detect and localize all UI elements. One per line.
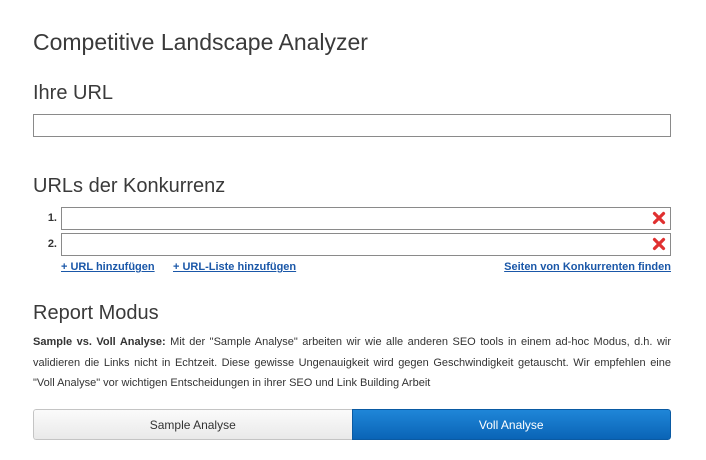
remove-competitor-2-icon[interactable]	[652, 237, 666, 251]
find-competitor-pages-link[interactable]: Seiten von Konkurrenten finden	[504, 261, 671, 273]
add-url-list-link[interactable]: + URL-Liste hinzufügen	[173, 261, 296, 273]
full-analysis-button[interactable]: Voll Analyse	[351, 409, 671, 440]
sample-analysis-button[interactable]: Sample Analyse	[33, 409, 352, 440]
report-desc-bold: Sample vs. Voll Analyse:	[33, 336, 166, 348]
report-mode-description: Sample vs. Voll Analyse: Mit der "Sample…	[33, 332, 671, 394]
analyzer-page: Competitive Landscape Analyzer Ihre URL …	[0, 0, 706, 460]
competitor-row-number: 1.	[47, 212, 57, 224]
competitor-url-input-1[interactable]	[61, 207, 671, 230]
remove-competitor-1-icon[interactable]	[652, 211, 666, 225]
your-url-input[interactable]	[33, 114, 671, 137]
competitors-heading: URLs der Konkurrenz	[33, 175, 226, 197]
add-url-link[interactable]: + URL hinzufügen	[61, 261, 155, 273]
competitor-url-input-2[interactable]	[61, 233, 671, 256]
your-url-heading: Ihre URL	[33, 82, 114, 104]
report-mode-heading: Report Modus	[33, 302, 159, 324]
page-title: Competitive Landscape Analyzer	[33, 29, 368, 55]
report-mode-toggle: Sample Analyse Voll Analyse	[33, 409, 671, 440]
competitor-row-number: 2.	[47, 238, 57, 250]
